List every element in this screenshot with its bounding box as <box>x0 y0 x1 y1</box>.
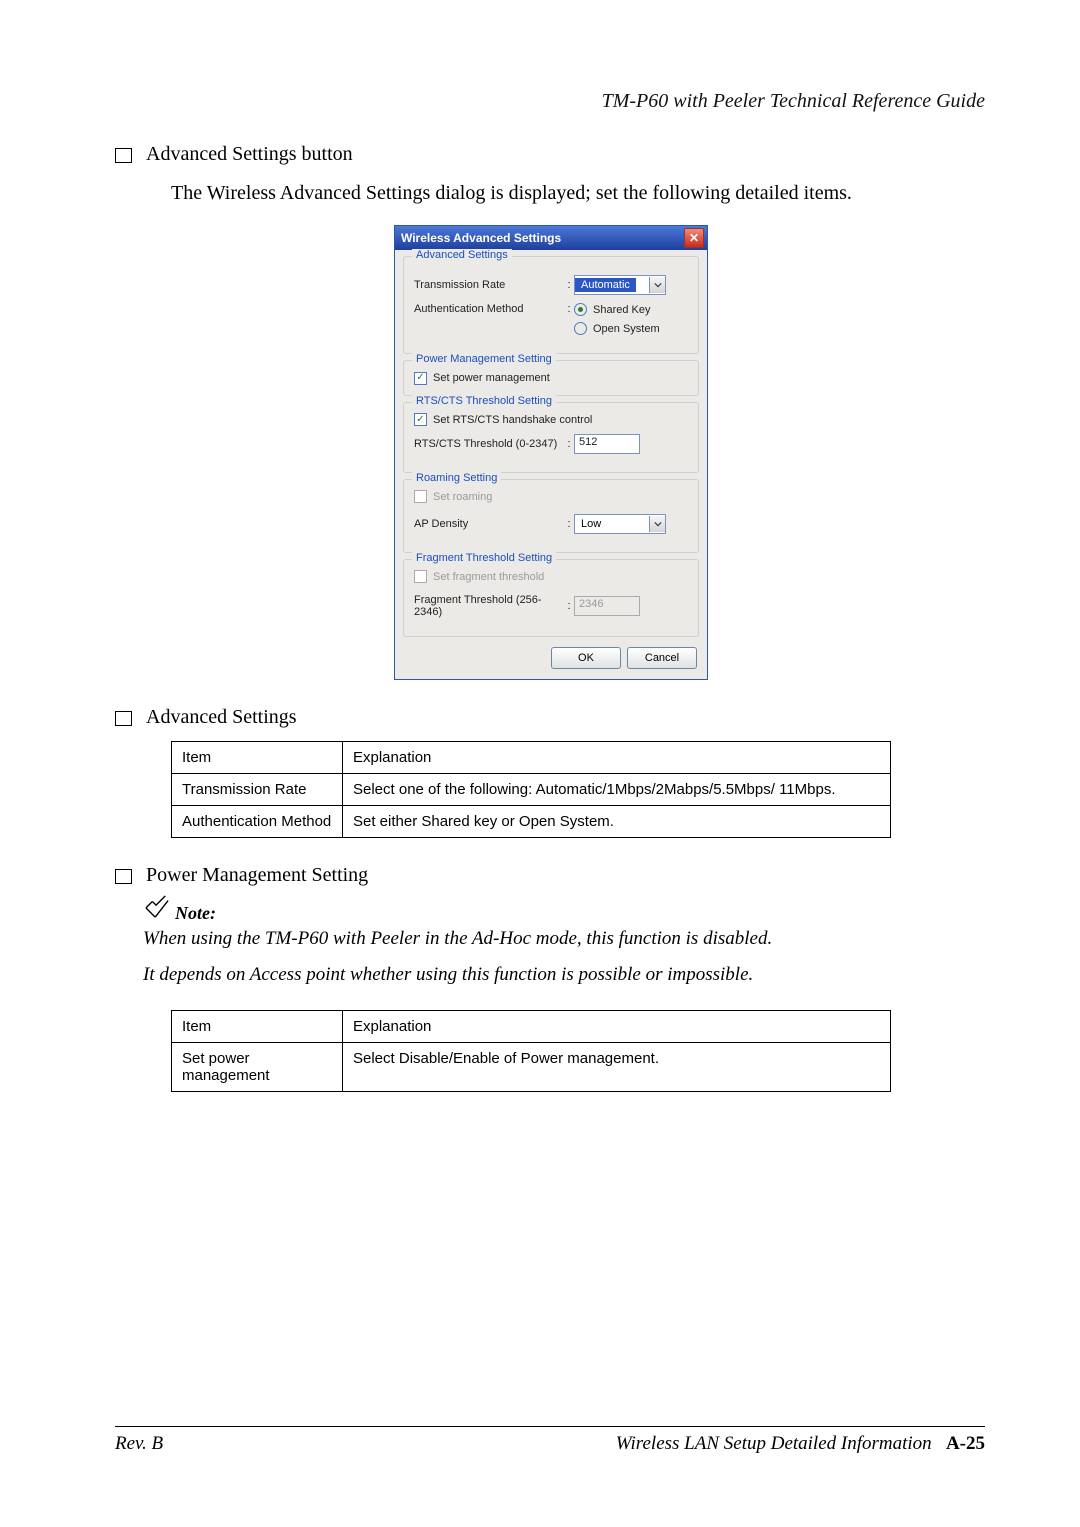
checkbox-rts-handshake[interactable]: ✓ Set RTS/CTS handshake control <box>414 413 592 426</box>
group-roaming: Roaming Setting Set roaming AP Density :… <box>403 479 699 553</box>
checkbox-set-fragment-threshold: Set fragment threshold <box>414 570 544 583</box>
label-auth-method: Authentication Method <box>414 303 564 315</box>
header-explanation: Explanation <box>343 1011 891 1043</box>
dropdown-selected-value: Low <box>575 517 607 531</box>
bullet-power-management: Power Management Setting <box>115 864 985 887</box>
table-row: Set power management Select Disable/Enab… <box>172 1043 891 1092</box>
header-item: Item <box>172 742 343 774</box>
cell-explanation: Select one of the following: Automatic/1… <box>343 774 891 806</box>
power-management-table: Item Explanation Set power management Se… <box>171 1010 891 1092</box>
bullet-icon <box>115 869 132 884</box>
checkbox-label: Set RTS/CTS handshake control <box>433 414 592 426</box>
rts-threshold-input[interactable]: 512 <box>574 434 640 454</box>
footer-page-number: A-25 <box>946 1433 985 1454</box>
note-line-1: When using the TM-P60 with Peeler in the… <box>143 928 985 950</box>
cell-item: Transmission Rate <box>172 774 343 806</box>
dialog-title: Wireless Advanced Settings <box>401 231 561 245</box>
group-legend: Advanced Settings <box>412 249 512 261</box>
bullet-text: Advanced Settings button <box>146 143 353 166</box>
note-line-2: It depends on Access point whether using… <box>143 964 985 986</box>
dialog-screenshot: Wireless Advanced Settings ✕ Advanced Se… <box>394 225 706 680</box>
checkbox-label: Set power management <box>433 372 550 384</box>
note-icon <box>143 895 171 924</box>
checkbox-set-roaming: Set roaming <box>414 490 492 503</box>
radio-shared-key[interactable]: Shared Key <box>574 303 660 316</box>
footer-rev: Rev. B <box>115 1433 163 1455</box>
group-legend: Fragment Threshold Setting <box>412 552 556 564</box>
radio-label: Open System <box>593 323 660 335</box>
bullet-icon <box>115 711 132 726</box>
dialog-titlebar: Wireless Advanced Settings ✕ <box>395 226 707 250</box>
checkbox-set-power-management[interactable]: ✓ Set power management <box>414 372 550 385</box>
label-rts-threshold: RTS/CTS Threshold (0-2347) <box>414 438 564 450</box>
note-label: Note: <box>175 903 216 924</box>
ok-button[interactable]: OK <box>551 647 621 669</box>
chevron-down-icon <box>649 516 665 532</box>
label-transmission-rate: Transmission Rate <box>414 279 564 291</box>
fragment-threshold-input: 2346 <box>574 596 640 616</box>
chevron-down-icon <box>649 277 665 293</box>
footer-section-title: Wireless LAN Setup Detailed Information <box>616 1433 932 1454</box>
bullet-advanced-settings-button: Advanced Settings button <box>115 143 985 166</box>
table-header-row: Item Explanation <box>172 742 891 774</box>
bullet-text: Power Management Setting <box>146 864 368 887</box>
bullet-icon <box>115 148 132 163</box>
cell-item: Set power management <box>172 1043 343 1092</box>
group-legend: Power Management Setting <box>412 353 556 365</box>
footer-right: Wireless LAN Setup Detailed Information … <box>616 1433 985 1455</box>
table-row: Authentication Method Set either Shared … <box>172 806 891 838</box>
group-legend: RTS/CTS Threshold Setting <box>412 395 556 407</box>
cell-explanation: Select Disable/Enable of Power managemen… <box>343 1043 891 1092</box>
group-legend: Roaming Setting <box>412 472 501 484</box>
group-advanced-settings: Advanced Settings Transmission Rate : Au… <box>403 256 699 354</box>
cell-item: Authentication Method <box>172 806 343 838</box>
intro-paragraph: The Wireless Advanced Settings dialog is… <box>171 182 985 205</box>
bullet-text: Advanced Settings <box>146 706 297 729</box>
group-power-management: Power Management Setting ✓ Set power man… <box>403 360 699 396</box>
dropdown-selected-value: Automatic <box>575 278 636 292</box>
header-explanation: Explanation <box>343 742 891 774</box>
label-fragment-threshold: Fragment Threshold (256-2346) <box>414 594 564 618</box>
ap-density-dropdown[interactable]: Low <box>574 514 666 534</box>
cell-explanation: Set either Shared key or Open System. <box>343 806 891 838</box>
header-item: Item <box>172 1011 343 1043</box>
running-header: TM-P60 with Peeler Technical Reference G… <box>115 90 985 113</box>
transmission-rate-dropdown[interactable]: Automatic <box>574 275 666 295</box>
table-row: Transmission Rate Select one of the foll… <box>172 774 891 806</box>
group-rts-cts: RTS/CTS Threshold Setting ✓ Set RTS/CTS … <box>403 402 699 474</box>
table-header-row: Item Explanation <box>172 1011 891 1043</box>
cancel-button[interactable]: Cancel <box>627 647 697 669</box>
close-icon[interactable]: ✕ <box>684 228 704 248</box>
advanced-settings-table: Item Explanation Transmission Rate Selec… <box>171 741 891 838</box>
checkbox-label: Set fragment threshold <box>433 571 544 583</box>
page-footer: Rev. B Wireless LAN Setup Detailed Infor… <box>115 1426 985 1455</box>
bullet-advanced-settings: Advanced Settings <box>115 706 985 729</box>
radio-open-system[interactable]: Open System <box>574 322 660 335</box>
label-ap-density: AP Density <box>414 518 564 530</box>
group-fragment-threshold: Fragment Threshold Setting Set fragment … <box>403 559 699 637</box>
checkbox-label: Set roaming <box>433 491 492 503</box>
radio-label: Shared Key <box>593 304 650 316</box>
